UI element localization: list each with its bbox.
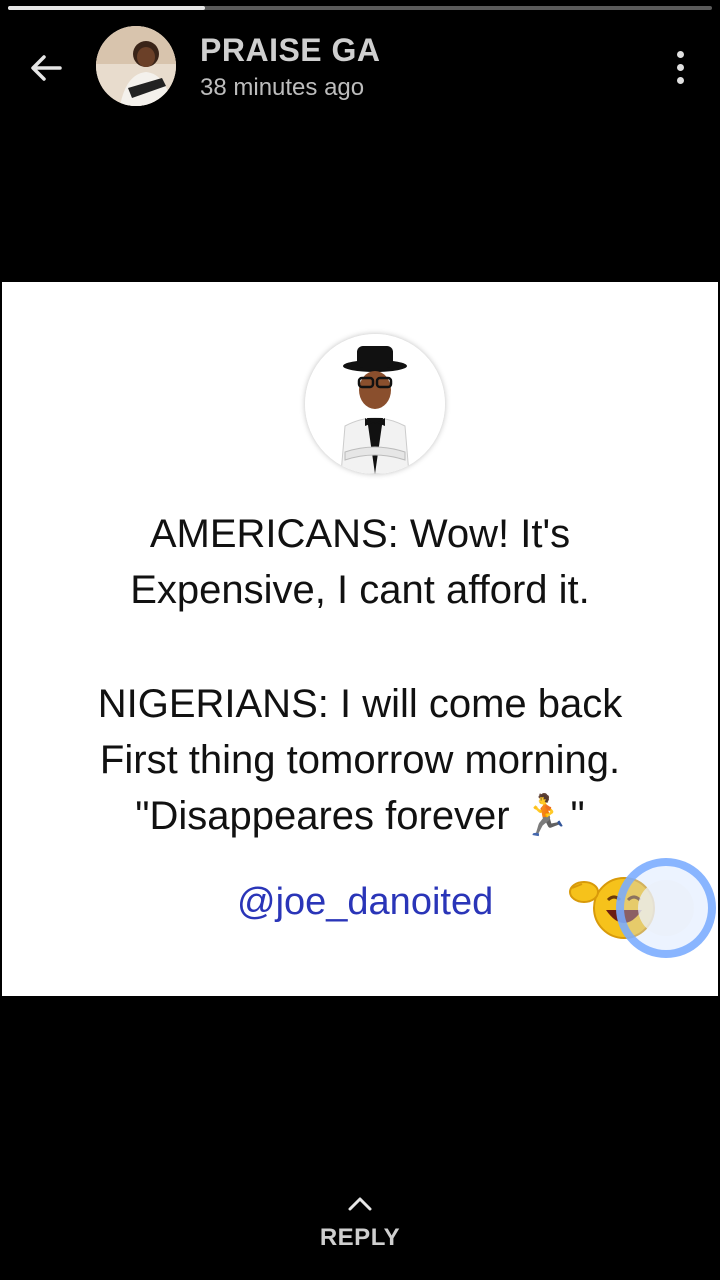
- meme-line: Expensive, I cant afford it.: [130, 568, 590, 612]
- reply-button[interactable]: REPLY: [0, 1194, 720, 1252]
- status-viewer: PRAISE GA 38 minutes ago AMERICANS: Wow!…: [0, 0, 720, 1280]
- post-timestamp: 38 minutes ago: [200, 74, 365, 101]
- meme-text-americans: AMERICANS: Wow! It's Expensive, I cant a…: [2, 506, 718, 618]
- poster-name: PRAISE GA: [200, 32, 381, 68]
- avatar-photo: [96, 26, 176, 106]
- poster-avatar[interactable]: [96, 26, 176, 106]
- chevron-up-icon: [348, 1197, 372, 1211]
- meme-line: First thing tomorrow morning.: [99, 738, 621, 782]
- status-progress-bar: [8, 6, 712, 10]
- more-vert-icon: [676, 50, 684, 58]
- meme-line: NIGERIANS: I will come back: [97, 682, 623, 726]
- meme-line: AMERICANS: Wow! It's: [149, 512, 571, 556]
- status-progress-fill: [8, 6, 206, 10]
- meme-handle: @joe_danoited: [237, 881, 494, 923]
- more-options-button[interactable]: [662, 42, 698, 92]
- meme-author-avatar: [305, 334, 445, 474]
- touch-indicator: [616, 858, 716, 958]
- poster-info: PRAISE GA 38 minutes ago: [200, 30, 381, 104]
- status-image[interactable]: AMERICANS: Wow! It's Expensive, I cant a…: [2, 282, 718, 996]
- meme-line: "Disappeares forever 🏃": [135, 794, 585, 838]
- cartoon-man-illustration: [305, 334, 445, 474]
- back-button[interactable]: [22, 44, 70, 92]
- back-arrow-icon: [31, 55, 62, 81]
- meme-text-nigerians: NIGERIANS: I will come back First thing …: [2, 676, 718, 844]
- reply-label: REPLY: [319, 1224, 401, 1251]
